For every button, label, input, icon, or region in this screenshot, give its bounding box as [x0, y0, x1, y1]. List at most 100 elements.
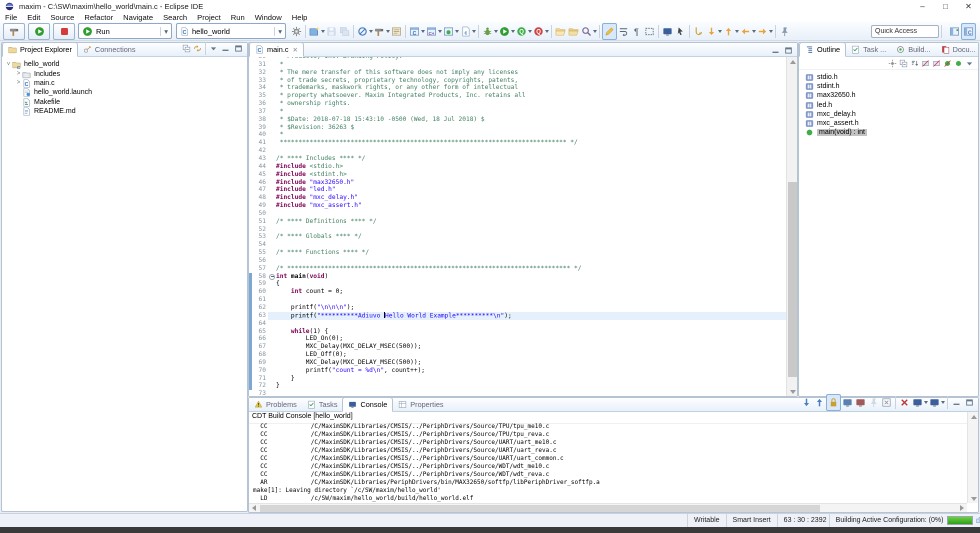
code-line-49[interactable]: 49#include "mxc_assert.h" — [249, 202, 786, 210]
show-console-when-out-button[interactable] — [841, 395, 854, 410]
code-line-37[interactable]: 37 * — [249, 108, 786, 116]
code-line-47[interactable]: 47#include "led.h" — [249, 186, 786, 194]
outline-item-stdio-h[interactable]: stdio.h — [799, 73, 978, 82]
outline-item-led-h[interactable]: led.h — [799, 101, 978, 110]
scrollbar-thumb[interactable] — [788, 182, 797, 377]
search-button[interactable] — [580, 24, 597, 39]
blue-up-button[interactable] — [813, 395, 826, 410]
code-line-60[interactable]: 60 int count = 0; — [249, 288, 786, 296]
maximize-view-icon[interactable] — [782, 44, 795, 56]
scroll-up-arrow[interactable] — [968, 412, 979, 421]
code-line-43[interactable]: 43/* **** Includes **** */ — [249, 155, 786, 163]
new-source-file-button[interactable]: c — [459, 24, 476, 39]
code-line-63[interactable]: 63 printf("**********Adiuvo Hello World … — [249, 312, 786, 320]
code-line-73[interactable]: 73 — [249, 390, 786, 396]
menu-source[interactable]: Source — [45, 13, 79, 22]
menu-refactor[interactable]: Refactor — [79, 13, 118, 22]
debug-button[interactable] — [481, 24, 498, 39]
code-line-39[interactable]: 39 * $Revision: 36263 $ — [249, 124, 786, 132]
editor-tab-main-c[interactable]: C main.c ✕ — [249, 42, 304, 57]
menu-edit[interactable]: Edit — [22, 13, 45, 22]
scroll-down-arrow[interactable] — [787, 387, 798, 396]
open-perspective-button[interactable] — [948, 24, 961, 39]
code-line-45[interactable]: 45#include <stdint.h> — [249, 171, 786, 179]
expand-arrow-icon[interactable]: ˃ — [15, 71, 22, 77]
code-line-36[interactable]: 36 * ownership rights. — [249, 100, 786, 108]
filter-dot-button[interactable] — [953, 56, 964, 71]
launch-settings-gear-button[interactable] — [290, 24, 303, 39]
explorer-tab-project-explorer[interactable]: Project Explorer — [2, 42, 78, 57]
prev-annotation-button[interactable] — [722, 24, 739, 39]
expand-arrow-icon[interactable]: ˃ — [15, 80, 22, 86]
code-line-61[interactable]: 61 — [249, 296, 786, 304]
show-whitespace-button[interactable]: ¶ — [630, 24, 643, 39]
chevron-down-icon[interactable]: ▾ — [160, 27, 168, 36]
code-line-52[interactable]: 52 — [249, 226, 786, 234]
code-line-70[interactable]: 70 printf("count = %d\n", count++); — [249, 367, 786, 375]
term-remove-button[interactable] — [898, 395, 911, 410]
tree-item-main-c[interactable]: ˃Cmain.c — [2, 79, 247, 88]
open-console-button[interactable] — [661, 24, 674, 39]
link-with-editor-button[interactable] — [192, 41, 203, 56]
hide-non-public-button[interactable] — [942, 56, 953, 71]
build-hammer-button[interactable] — [3, 23, 25, 40]
code-line-71[interactable]: 71 } — [249, 375, 786, 383]
collapse-all-button[interactable] — [181, 41, 192, 56]
code-line-40[interactable]: 40 * — [249, 131, 786, 139]
hide-fields-button[interactable] — [920, 56, 931, 71]
mark-occurrences-button[interactable] — [602, 23, 617, 40]
view-menu-button[interactable] — [964, 56, 975, 71]
console-vertical-scrollbar[interactable] — [967, 412, 978, 503]
close-button[interactable]: ✕ — [957, 0, 980, 12]
clear-console-button[interactable] — [880, 395, 893, 410]
display-console-button[interactable] — [911, 395, 928, 410]
code-line-42[interactable]: 42 — [249, 147, 786, 155]
menu-run[interactable]: Run — [226, 13, 250, 22]
pointer-button[interactable] — [674, 24, 687, 39]
open-element-folder-button[interactable] — [554, 24, 567, 39]
code-line-38[interactable]: 38 * $Date: 2018-07-18 15:43:10 -0500 (W… — [249, 116, 786, 124]
run-button[interactable] — [498, 24, 515, 39]
code-line-62[interactable]: 62 printf("\n\n\n"); — [249, 304, 786, 312]
scroll-down-arrow[interactable] — [968, 494, 979, 503]
code-line-48[interactable]: 48#include "mxc_delay.h" — [249, 194, 786, 202]
console-tab-tasks[interactable]: Tasks — [302, 398, 343, 411]
outline-item-stdint-h[interactable]: stdint.h — [799, 82, 978, 91]
menu-window[interactable]: Window — [250, 13, 287, 22]
open-console-button[interactable] — [928, 395, 945, 410]
launch-mode-combo[interactable]: Run ▾ — [78, 23, 172, 39]
console-tab-properties[interactable]: Properties — [393, 398, 448, 411]
word-wrap-button[interactable] — [617, 24, 630, 39]
pin-editor-button[interactable] — [778, 24, 791, 39]
minimize-view-icon[interactable] — [950, 397, 963, 409]
last-edit-location-button[interactable] — [692, 24, 705, 39]
code-line-68[interactable]: 68 LED_Off(0); — [249, 351, 786, 359]
code-line-50[interactable]: 50 — [249, 210, 786, 218]
hide-static-button[interactable] — [931, 56, 942, 71]
scroll-lock-button[interactable] — [826, 394, 841, 411]
code-line-41[interactable]: 41 *************************************… — [249, 139, 786, 147]
minimize-view-icon[interactable] — [769, 44, 782, 56]
code-line-69[interactable]: 69 MXC_Delay(MXC_DELAY_MSEC(500)); — [249, 359, 786, 367]
menu-project[interactable]: Project — [192, 13, 226, 22]
menu-search[interactable]: Search — [158, 13, 192, 22]
close-tab-icon[interactable]: ✕ — [293, 46, 298, 54]
coverage-button[interactable]: Q — [532, 24, 549, 39]
profile-button[interactable]: Q — [515, 24, 532, 39]
launch-config-combo[interactable]: C hello_world ▾ — [176, 23, 286, 39]
sort-button[interactable] — [909, 56, 920, 71]
outline-tab-task[interactable]: Task ... — [846, 43, 891, 56]
outline-item-mxc-assert-h[interactable]: mxc_assert.h — [799, 119, 978, 128]
collapse-all-button[interactable] — [898, 56, 909, 71]
console-tab-problems[interactable]: Problems — [249, 398, 302, 411]
code-line-31[interactable]: 31 * — [249, 61, 786, 69]
open-resource-folder-button[interactable] — [567, 24, 580, 39]
code-line-33[interactable]: 33 * of trade secrets, proprietary techn… — [249, 77, 786, 85]
code-line-54[interactable]: 54 — [249, 241, 786, 249]
outline-tab-docu[interactable]: Docu... — [936, 43, 980, 56]
code-line-55[interactable]: 55/* **** Functions **** */ — [249, 249, 786, 257]
scrollbar-thumb[interactable] — [260, 505, 820, 512]
new-c-project-button[interactable]: C — [408, 24, 425, 39]
maximize-view-icon[interactable] — [232, 43, 245, 55]
code-line-53[interactable]: 53/* **** Globals **** */ — [249, 233, 786, 241]
